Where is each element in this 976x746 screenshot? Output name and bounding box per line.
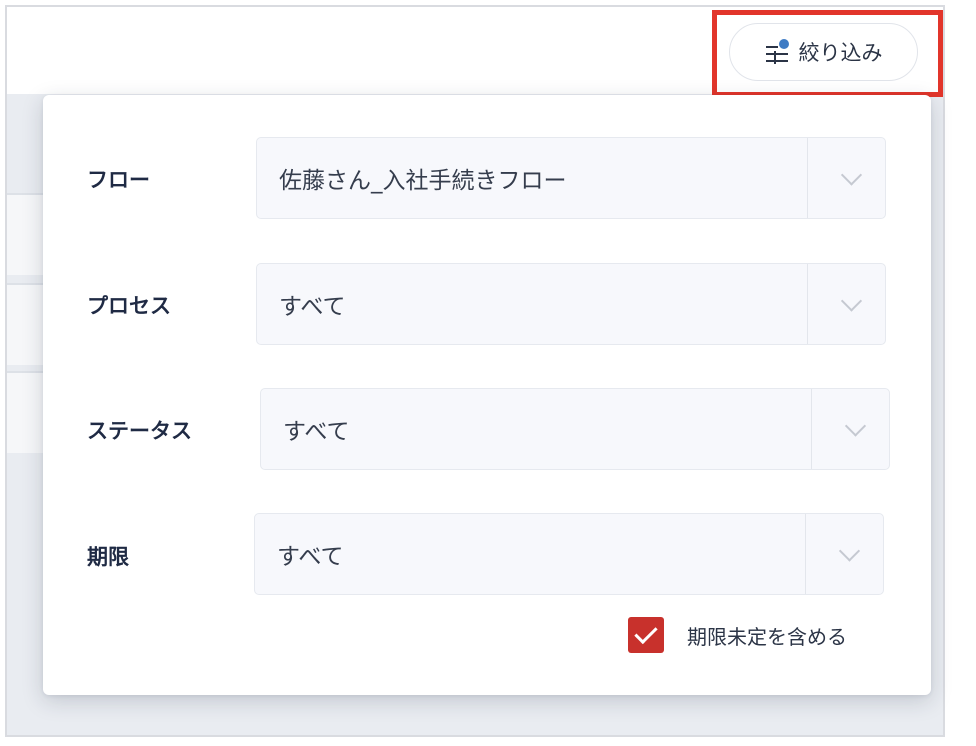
background-row xyxy=(7,283,47,365)
include-no-deadline-label[interactable]: 期限未定を含める xyxy=(687,621,847,650)
background-row xyxy=(7,371,47,453)
checkmark-icon xyxy=(634,620,658,645)
process-select[interactable]: すべて xyxy=(256,263,886,345)
status-select-value: すべて xyxy=(283,419,350,445)
flow-select-value: 佐藤さん_入社手続きフロー xyxy=(279,168,567,194)
flow-select[interactable]: 佐藤さん_入社手続きフロー xyxy=(256,137,886,219)
chevron-down-icon[interactable] xyxy=(840,164,863,186)
status-select[interactable]: すべて xyxy=(260,388,890,470)
deadline-select[interactable]: すべて xyxy=(254,513,884,595)
process-label: プロセス xyxy=(87,294,171,318)
include-no-deadline-checkbox[interactable] xyxy=(628,617,664,653)
status-label: ステータス xyxy=(87,419,192,443)
select-divider xyxy=(805,514,806,594)
select-divider xyxy=(811,389,812,469)
flow-label: フロー xyxy=(87,168,150,192)
select-divider xyxy=(807,138,808,218)
background-row xyxy=(7,193,47,275)
process-select-value: すべて xyxy=(279,294,346,320)
chevron-down-icon[interactable] xyxy=(844,415,867,437)
chevron-down-icon[interactable] xyxy=(838,540,861,562)
deadline-select-value: すべて xyxy=(277,544,344,570)
chevron-down-icon[interactable] xyxy=(840,290,863,312)
select-divider xyxy=(807,264,808,344)
highlight-box xyxy=(712,10,943,97)
deadline-label: 期限 xyxy=(87,545,129,569)
